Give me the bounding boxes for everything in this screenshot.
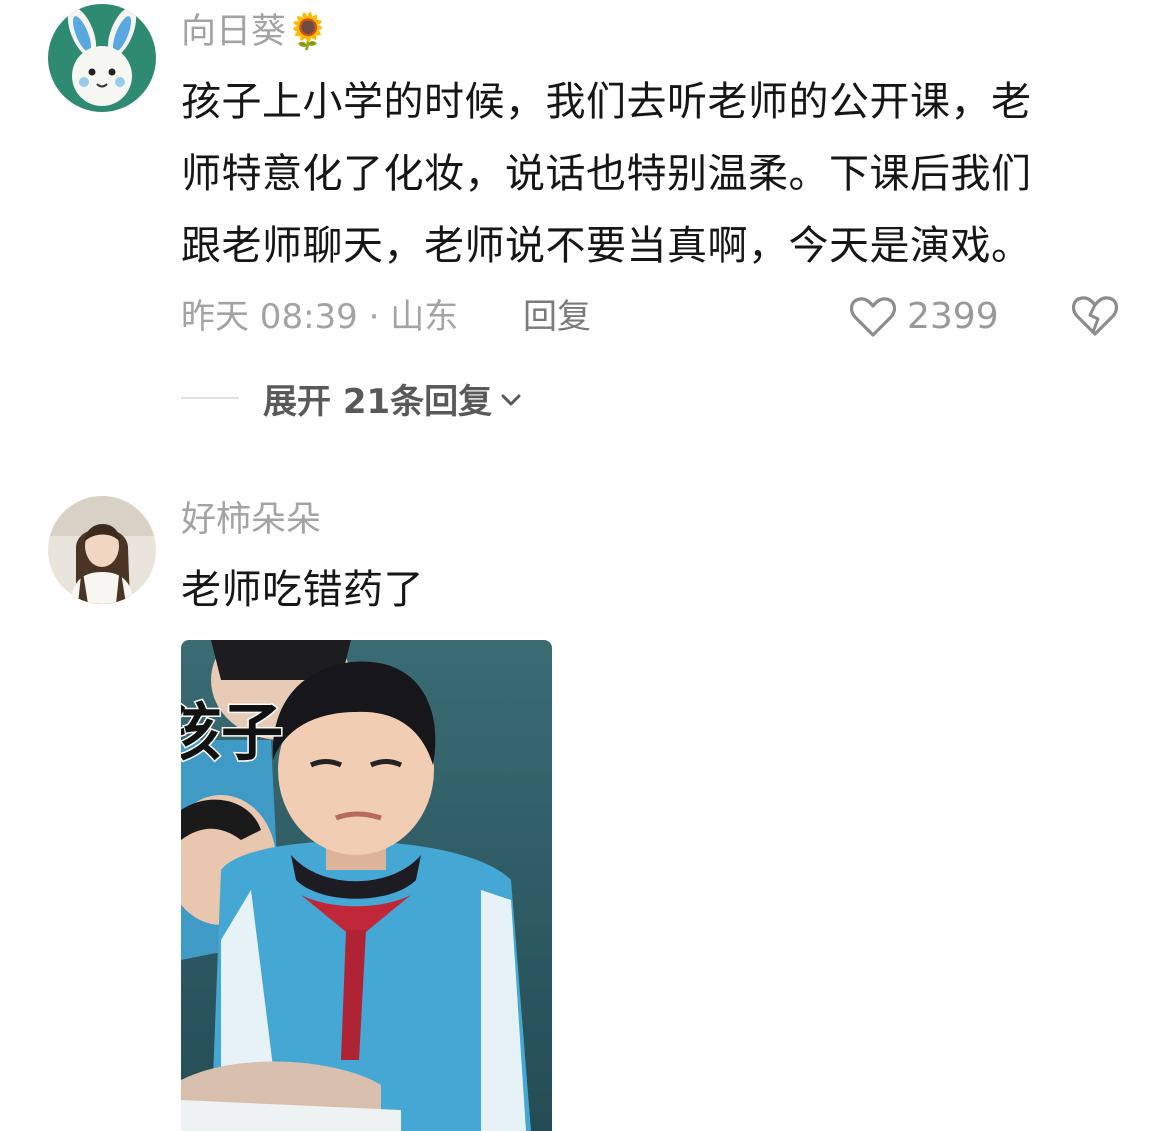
timestamp-location: 昨天 08:39 · 山东 bbox=[181, 297, 459, 337]
like-button[interactable]: 2399 bbox=[849, 292, 999, 342]
like-count: 2399 bbox=[907, 296, 999, 337]
image-caption: 孩子 bbox=[181, 695, 285, 771]
girl-avatar-image bbox=[48, 496, 156, 604]
username[interactable]: 好柿朵朵 bbox=[181, 498, 321, 542]
divider bbox=[181, 397, 239, 399]
comment-meta: 昨天 08:39 · 山东 回复 2399 bbox=[181, 292, 1131, 342]
comment-body: 老师吃错药了 bbox=[181, 554, 1121, 626]
comment-line: 孩子上小学的时候，我们去听老师的公开课，老 bbox=[181, 79, 1032, 125]
broken-heart-icon[interactable] bbox=[1071, 294, 1119, 338]
comment-line: 跟老师聊天，老师说不要当真啊，今天是演戏。 bbox=[181, 223, 1032, 269]
expand-replies-label: 展开 21条回复 bbox=[263, 381, 493, 422]
avatar[interactable] bbox=[48, 4, 156, 112]
bunny-avatar-image bbox=[48, 4, 156, 112]
expand-replies-button[interactable]: 展开 21条回复 bbox=[181, 376, 522, 422]
heart-outline-icon bbox=[849, 297, 897, 337]
chevron-down-icon bbox=[501, 394, 521, 406]
comment-item: 向日葵🌻 孩子上小学的时候，我们去听老师的公开课，老 师特意化了化妆，说话也特别… bbox=[0, 0, 1170, 440]
comment-item: 好柿朵朵 老师吃错药了 bbox=[0, 440, 1170, 1131]
username[interactable]: 向日葵🌻 bbox=[181, 10, 330, 54]
comment-line: 老师吃错药了 bbox=[181, 567, 424, 613]
avatar[interactable] bbox=[48, 496, 156, 604]
reply-button[interactable]: 回复 bbox=[523, 292, 591, 342]
comment-image[interactable]: 孩子 bbox=[181, 640, 552, 1131]
comment-line: 师特意化了化妆，说话也特别温柔。下课后我们 bbox=[181, 151, 1032, 197]
comment-body: 孩子上小学的时候，我们去听老师的公开课，老 师特意化了化妆，说话也特别温柔。下课… bbox=[181, 66, 1121, 282]
